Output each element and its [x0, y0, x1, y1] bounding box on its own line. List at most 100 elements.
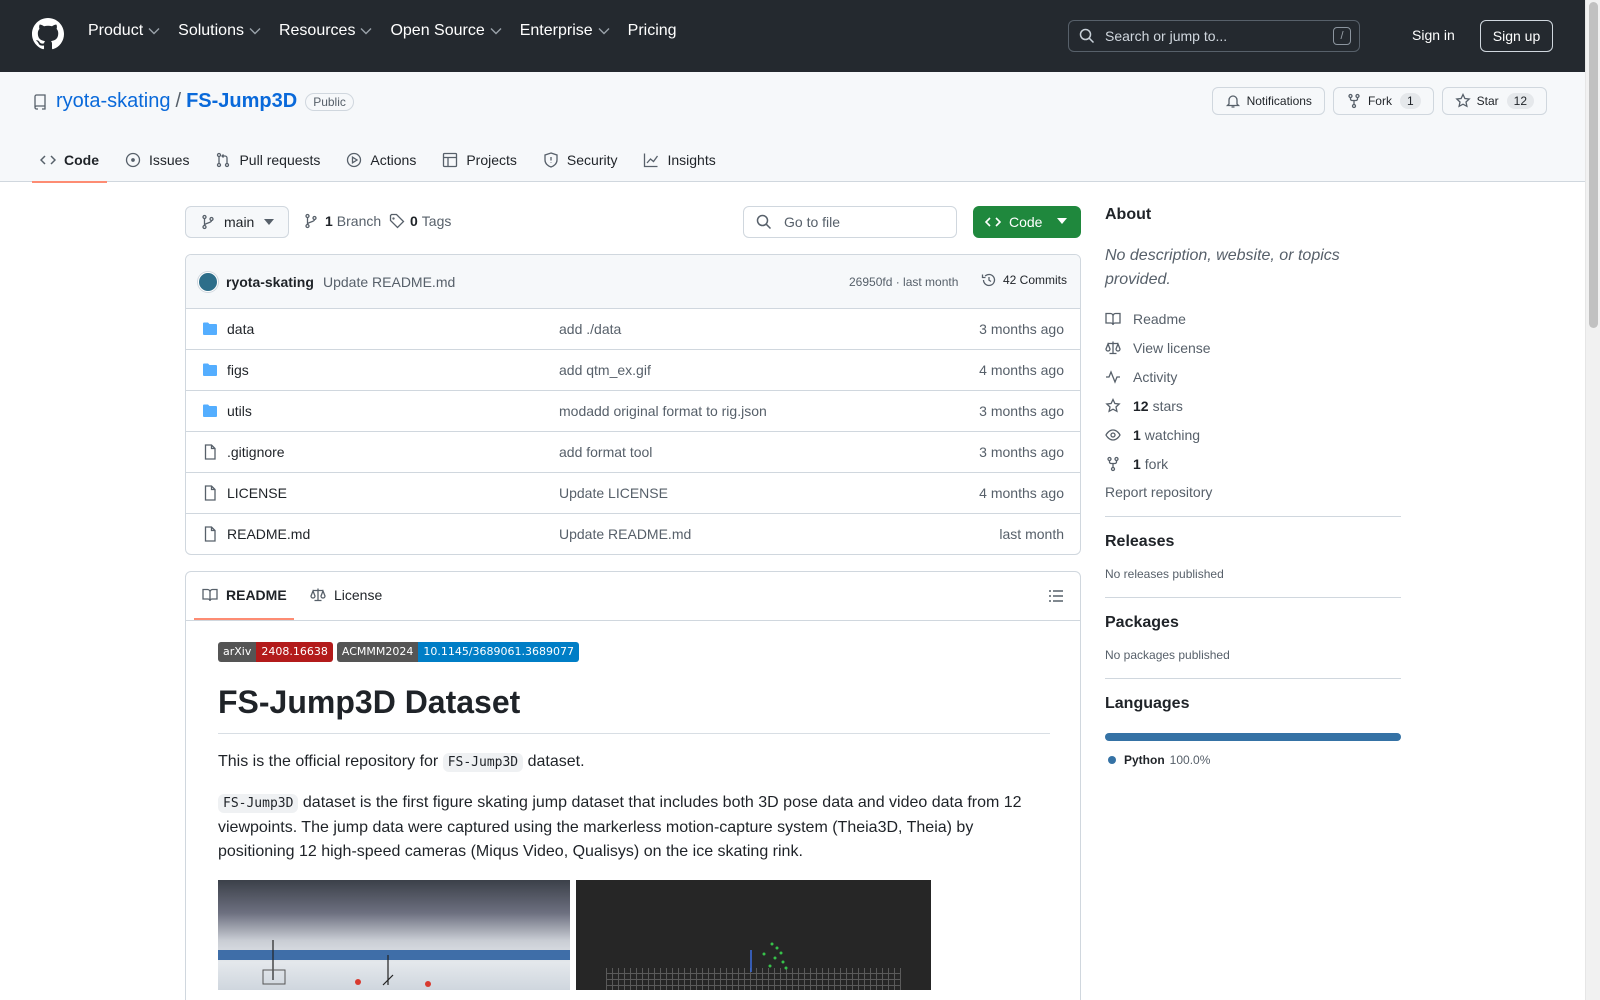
about-link-readme[interactable]: Readme	[1105, 304, 1401, 333]
nav-item-solutions[interactable]: Solutions	[178, 22, 261, 40]
language-color-dot	[1108, 756, 1116, 764]
list-outline-icon[interactable]	[1048, 588, 1064, 604]
readme-images	[218, 880, 1050, 990]
tab-projects[interactable]: Projects	[434, 139, 525, 181]
about-link-label: stars	[1152, 397, 1183, 414]
packages-note: No packages published	[1105, 648, 1230, 662]
releases-note: No releases published	[1105, 567, 1224, 581]
branches-link[interactable]: 1 Branch	[303, 213, 381, 229]
fork-label: Fork	[1367, 94, 1392, 108]
tab-actions[interactable]: Actions	[338, 139, 424, 181]
file-name-link[interactable]: utils	[227, 403, 252, 419]
packages-heading[interactable]: Packages	[1105, 614, 1401, 632]
nav-item-enterprise[interactable]: Enterprise	[520, 22, 610, 40]
fork-count: 1	[1399, 93, 1421, 109]
tag-word: Tags	[421, 213, 452, 229]
language-bar	[1105, 733, 1401, 741]
fork-icon	[1346, 93, 1368, 109]
file-list: ryota-skating Update README.md 26950fd ·…	[185, 254, 1081, 555]
tab-pull-requests[interactable]: Pull requests	[207, 139, 328, 181]
scrollbar-thumb[interactable]	[1589, 2, 1598, 328]
folder-icon	[202, 403, 218, 419]
sign-up-button[interactable]: Sign up	[1480, 20, 1553, 52]
notifications-button[interactable]: Notifications	[1211, 87, 1325, 115]
commit-sha-and-time[interactable]: 26950fd · last month	[849, 275, 958, 289]
commit-author-link[interactable]: ryota-skating	[226, 274, 314, 290]
rink-photo-image[interactable]	[218, 880, 570, 990]
graph-icon	[643, 152, 667, 168]
file-name-link[interactable]: data	[227, 321, 254, 337]
sign-in-link[interactable]: Sign in	[1412, 27, 1455, 43]
global-search-input[interactable]: Search or jump to... /	[1068, 20, 1360, 52]
file-commit-message-link[interactable]: add qtm_ex.gif	[559, 362, 651, 378]
repo-header: ryota-skating / FS-Jump3D Public Notific…	[0, 72, 1585, 183]
tab-readme[interactable]: README	[202, 587, 287, 603]
sidebar: About No description, website, or topics…	[1105, 206, 1401, 767]
search-shortcut-hint: /	[1333, 27, 1351, 45]
nav-item-label: Product	[88, 22, 144, 39]
branch-icon	[303, 213, 319, 229]
file-name-link[interactable]: .gitignore	[227, 444, 285, 460]
file-name-link[interactable]: figs	[227, 362, 249, 378]
avatar[interactable]	[198, 272, 218, 292]
arxiv-badge[interactable]: arXiv 2408.16638	[218, 642, 333, 662]
nav-item-pricing[interactable]: Pricing	[628, 22, 677, 40]
star-button[interactable]: Star 12	[1441, 87, 1547, 115]
tab-license-label: License	[334, 587, 383, 603]
nav-item-open-source[interactable]: Open Source	[390, 22, 502, 40]
tag-count: 0	[410, 213, 418, 229]
about-link-stars[interactable]: 12 stars	[1105, 391, 1401, 420]
chevron-down-icon	[598, 27, 610, 35]
tab-license[interactable]: License	[310, 587, 382, 603]
branch-select-button[interactable]: main	[185, 206, 289, 238]
file-commit-message-link[interactable]: add format tool	[559, 444, 652, 460]
star-icon	[1105, 397, 1133, 414]
about-link-view-license[interactable]: View license	[1105, 333, 1401, 362]
tab-label: Actions	[370, 152, 417, 168]
file-name-link[interactable]: LICENSE	[227, 485, 287, 501]
nav-item-resources[interactable]: Resources	[279, 22, 372, 40]
pull-request-icon	[215, 152, 239, 168]
file-commit-message-link[interactable]: Update LICENSE	[559, 485, 668, 501]
nav-item-label: Pricing	[627, 22, 677, 39]
releases-heading[interactable]: Releases	[1105, 533, 1401, 551]
latest-commit-bar: ryota-skating Update README.md 26950fd ·…	[186, 255, 1080, 309]
github-logo-icon[interactable]	[32, 18, 64, 50]
tab-issues[interactable]: Issues	[117, 139, 197, 181]
about-link-watching[interactable]: 1 watching	[1105, 420, 1401, 449]
file-navigation: main 1 Branch 0 Tags Go to file Code	[185, 206, 1081, 238]
fork-icon	[1105, 456, 1133, 472]
eye-icon	[1105, 427, 1133, 443]
language-item[interactable]: Python 100.0%	[1105, 753, 1401, 767]
nav-item-product[interactable]: Product	[88, 22, 160, 40]
mocap-visualization-image[interactable]	[576, 880, 931, 990]
tab-label: Code	[64, 152, 99, 168]
about-link-activity[interactable]: Activity	[1105, 362, 1401, 391]
tab-insights[interactable]: Insights	[635, 139, 723, 181]
global-nav: Product Solutions Resources Open Source Ente…	[88, 22, 695, 40]
report-repository-link[interactable]: Report repository	[1105, 484, 1401, 500]
repo-name-link[interactable]: FS-Jump3D	[186, 90, 297, 113]
code-dropdown-button[interactable]: Code	[973, 206, 1081, 238]
branch-name: main	[224, 214, 255, 230]
tab-security[interactable]: Security	[535, 139, 626, 181]
about-link-label: fork	[1144, 455, 1169, 472]
page-scrollbar[interactable]	[1585, 0, 1600, 1000]
fork-button[interactable]: Fork 1	[1332, 87, 1434, 115]
file-commit-message-link[interactable]: Update README.md	[559, 526, 691, 542]
tags-link[interactable]: 0 Tags	[389, 213, 451, 229]
about-link-fork[interactable]: 1 fork	[1105, 449, 1401, 478]
file-commit-message-link[interactable]: add ./data	[559, 321, 621, 337]
commits-link[interactable]: 42 Commits	[975, 272, 1067, 288]
about-link-count: 12	[1133, 397, 1149, 414]
doi-badge[interactable]: ACMMM2024 10.1145/3689061.3689077	[336, 642, 580, 662]
tab-readme-label: README	[226, 587, 287, 603]
file-commit-message-link[interactable]: modadd original format to rig.json	[559, 403, 767, 419]
divider	[1105, 678, 1401, 679]
go-to-file-input[interactable]: Go to file	[743, 206, 957, 238]
commit-message-link[interactable]: Update README.md	[323, 274, 455, 290]
language-percent: 100.0%	[1169, 753, 1211, 767]
tab-code[interactable]: Code	[32, 139, 107, 183]
file-name-link[interactable]: README.md	[227, 526, 310, 542]
repo-owner-link[interactable]: ryota-skating	[56, 90, 171, 113]
